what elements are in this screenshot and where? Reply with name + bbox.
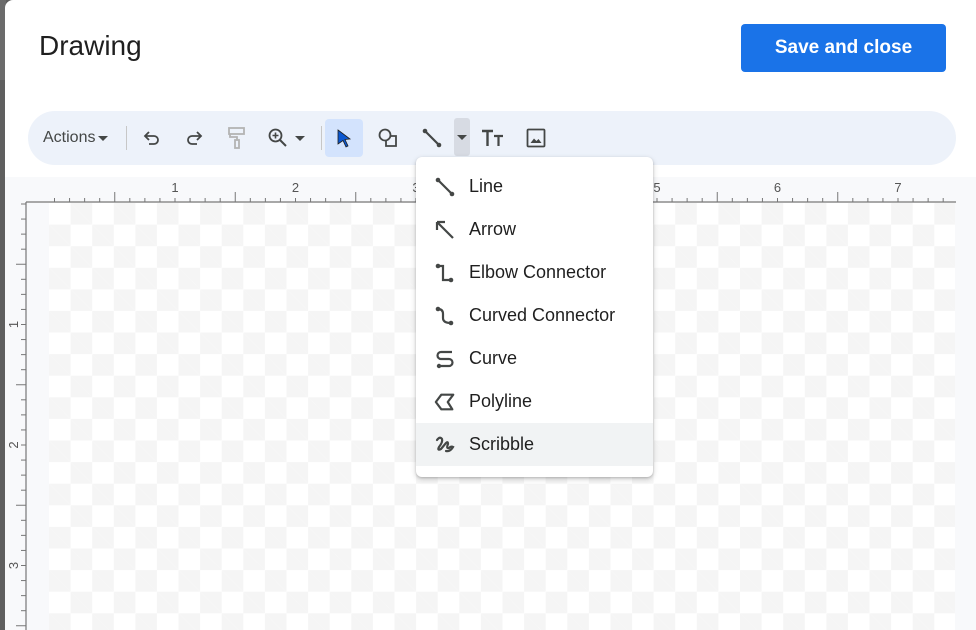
ruler-label: 1 [6,321,21,328]
cursor-arrow-icon [337,129,352,148]
image-button[interactable] [518,120,554,156]
paint-format-button[interactable] [219,120,255,156]
ruler-label: 2 [292,180,299,195]
actions-label: Actions [43,129,96,146]
undo-button[interactable] [134,120,170,156]
menu-item-label: Scribble [469,434,535,454]
zoom-in-icon [268,128,287,147]
menu-item-label: Arrow [469,219,517,239]
menu-item-label: Elbow Connector [469,262,607,282]
line-icon [435,177,455,196]
menu-item-label: Line [469,176,504,196]
paint-roller-icon [228,127,245,149]
toolbar-divider [126,126,127,150]
text-box-button[interactable] [475,120,511,156]
undo-icon [143,131,159,145]
menu-item-curved-connector[interactable]: Curved Connector [416,294,653,337]
shape-button[interactable] [371,120,407,156]
redo-icon [187,131,203,145]
menu-item-label: Curve [469,348,518,368]
zoom-button[interactable] [261,120,311,156]
ruler-label: 3 [6,562,21,569]
actions-menu-button[interactable]: Actions [43,123,109,153]
curved-connector-icon [435,306,454,325]
menu-item-polyline[interactable]: Polyline [416,380,653,423]
drawing-dialog: Drawing Save and close Actions 1 2 5 6 7… [5,0,976,630]
text-box-icon [482,129,503,146]
caret-down-icon [457,134,467,140]
scribble-icon [435,436,455,452]
ruler-label: 6 [774,180,781,195]
arrow-icon [435,220,454,239]
ruler-label: 1 [171,180,178,195]
line-button[interactable] [414,120,450,156]
line-icon [422,128,442,148]
line-type-dropdown-button[interactable] [454,118,470,156]
menu-item-scribble[interactable]: Scribble [416,423,653,466]
menu-item-label: Curved Connector [469,305,616,325]
image-icon [526,128,546,148]
save-and-close-button[interactable]: Save and close [741,24,946,72]
elbow-connector-icon [435,263,454,282]
select-tool-button[interactable] [325,119,363,157]
ruler-label: 2 [6,441,21,448]
vertical-ruler: 1 2 3 [6,202,27,630]
ruler-label: 5 [653,180,660,195]
polyline-icon [434,393,455,410]
menu-item-arrow[interactable]: Arrow [416,208,653,251]
redo-button[interactable] [176,120,212,156]
dialog-title: Drawing [39,30,142,61]
curve-icon [436,350,454,368]
menu-item-line[interactable]: Line [416,165,653,208]
caret-down-icon [295,135,305,141]
toolbar-divider [321,126,322,150]
line-type-menu: Line Arrow Elbow Connector Curved Connec… [416,157,653,477]
caret-down-icon [98,135,109,141]
menu-item-elbow-connector[interactable]: Elbow Connector [416,251,653,294]
menu-item-curve[interactable]: Curve [416,337,653,380]
shapes-icon [378,128,397,147]
menu-item-label: Polyline [469,391,533,411]
ruler-label: 7 [894,180,901,195]
